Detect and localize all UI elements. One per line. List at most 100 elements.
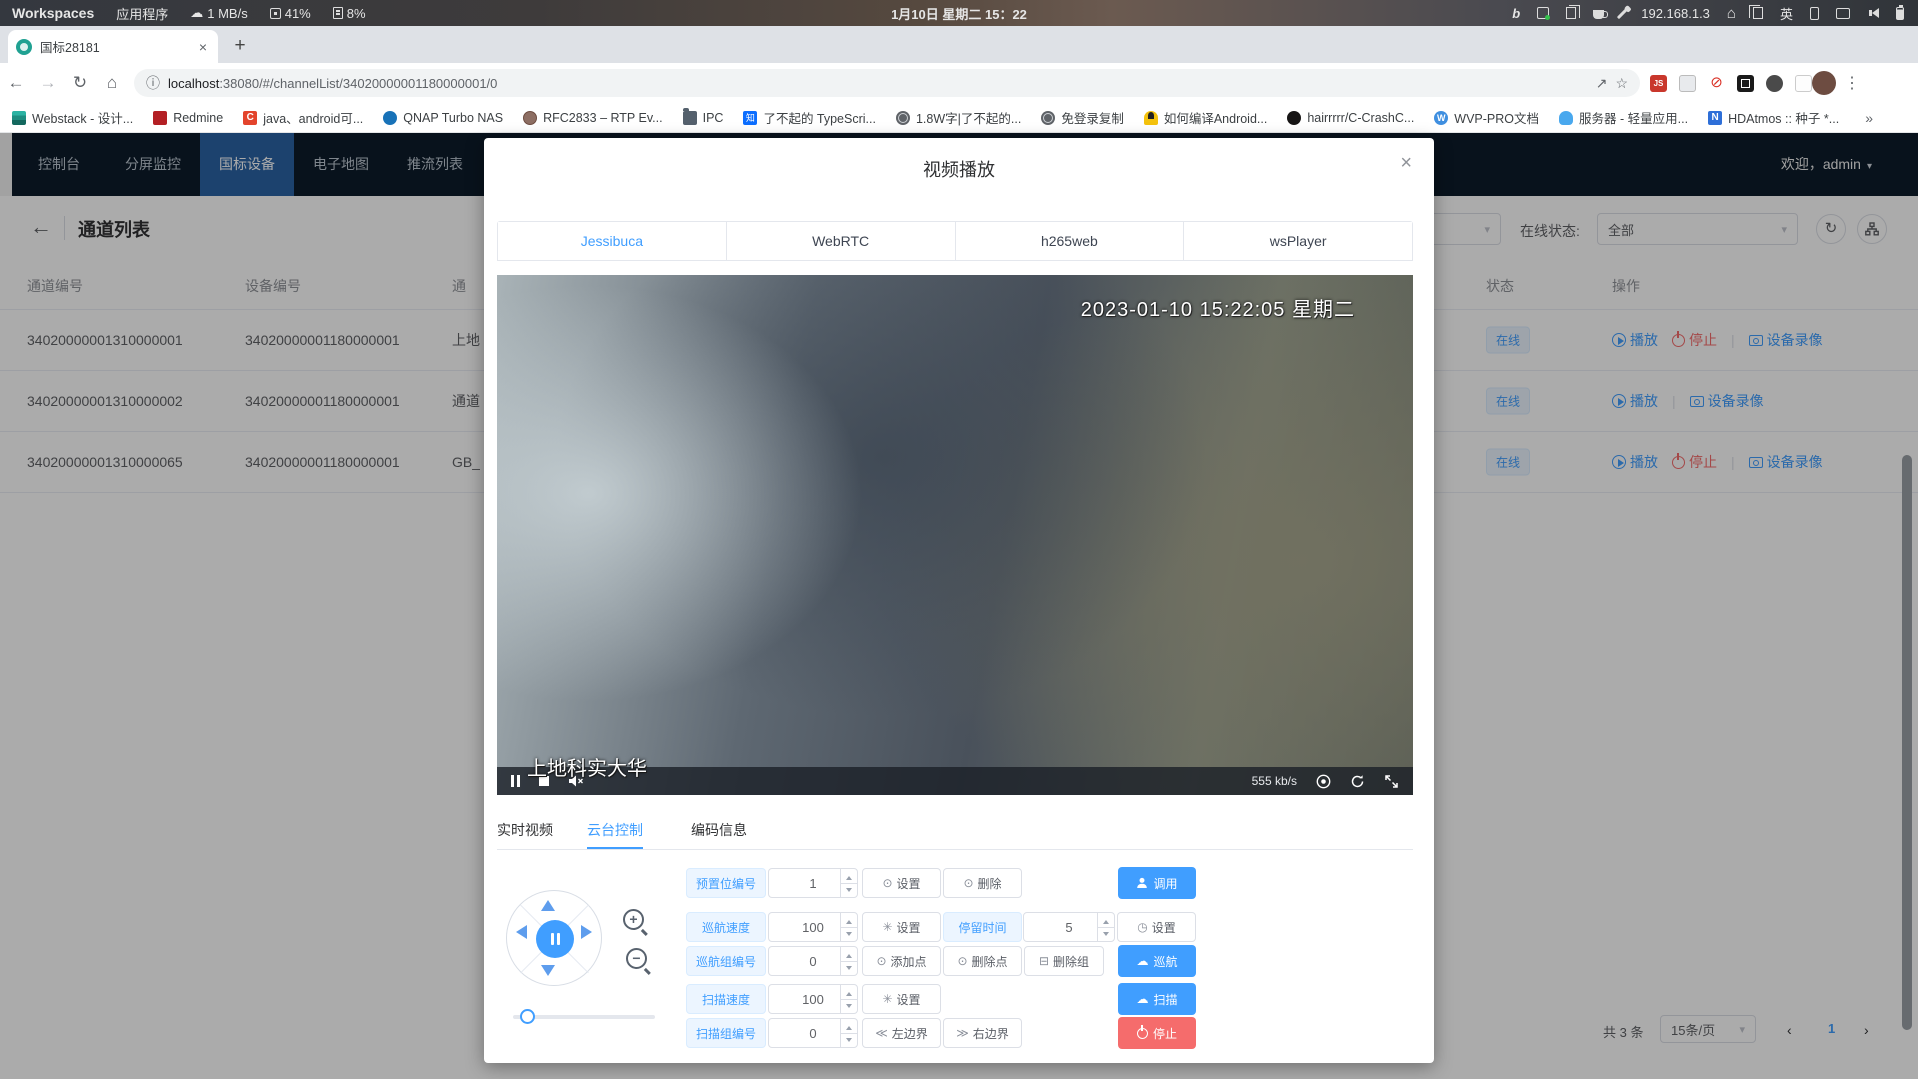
scan-button[interactable]: ☁扫描 [1118, 983, 1196, 1015]
memory-indicator[interactable]: 8% [333, 6, 366, 21]
clipboard-tray-icon[interactable] [1566, 7, 1576, 19]
home-tray-icon[interactable]: ⌂ [1727, 5, 1736, 22]
spinner-down-icon[interactable] [841, 999, 857, 1013]
cpu-indicator[interactable]: 41% [270, 6, 311, 21]
ptz-speed-slider[interactable] [513, 1015, 655, 1019]
number-spinner[interactable] [840, 947, 857, 975]
zoom-in-icon[interactable]: + [623, 909, 644, 930]
right-boundary-button[interactable]: ≫右边界 [943, 1018, 1022, 1048]
new-tab-button[interactable]: + [228, 35, 252, 57]
display-tray-icon[interactable] [1836, 8, 1850, 19]
ptz-direction-pad[interactable] [506, 890, 602, 986]
bookmark-hdatmos[interactable]: NHDAtmos :: 种子 *... [1708, 108, 1839, 127]
tab-wsplayer[interactable]: wsPlayer [1184, 222, 1412, 260]
preset-number-input[interactable]: 1 [768, 868, 858, 898]
adblock-extension-icon[interactable]: ⊘ [1708, 75, 1725, 92]
ptz-up-arrow-icon[interactable] [541, 900, 555, 911]
forward-button[interactable]: → [32, 73, 64, 93]
bookmark-18w[interactable]: 1.8W字|了不起的... [896, 108, 1021, 127]
tab-webrtc[interactable]: WebRTC [727, 222, 956, 260]
bookmark-rfc2833[interactable]: RFC2833 – RTP Ev... [523, 111, 663, 125]
video-player[interactable]: 2023-01-10 15:22:05 星期二 上地科实大华 555 kb/s [497, 275, 1413, 795]
browser-tab[interactable]: 国标28181 × [8, 30, 218, 63]
bookmark-star-icon[interactable]: ☆ [1615, 75, 1628, 92]
preset-call-button[interactable]: 调用 [1118, 867, 1196, 899]
delete-group-button[interactable]: ⊟删除组 [1024, 946, 1104, 976]
bookmark-java[interactable]: Cjava、android可... [243, 108, 363, 127]
delete-point-button[interactable]: ⊙删除点 [943, 946, 1022, 976]
tab-codec-info[interactable]: 编码信息 [691, 817, 747, 849]
bing-tray-icon[interactable]: b [1512, 6, 1520, 21]
refresh-icon[interactable] [1350, 774, 1365, 789]
bookmark-wvp[interactable]: WWVP-PRO文档 [1434, 108, 1539, 127]
ptz-left-arrow-icon[interactable] [516, 925, 527, 939]
bookmark-redmine[interactable]: Redmine [153, 111, 223, 125]
spinner-down-icon[interactable] [1098, 927, 1114, 941]
spinner-up-icon[interactable] [841, 1019, 857, 1033]
number-spinner[interactable] [840, 985, 857, 1013]
app-indicator-icon[interactable] [1537, 7, 1549, 19]
spinner-down-icon[interactable] [841, 961, 857, 975]
stay-time-input[interactable]: 5 [1023, 912, 1115, 942]
address-bar[interactable]: ⓘ localhost:38080/#/channelList/34020000… [134, 69, 1640, 97]
spinner-up-icon[interactable] [841, 869, 857, 883]
number-spinner[interactable] [840, 869, 857, 897]
bookmark-webstack[interactable]: Webstack - 设计... [12, 108, 133, 127]
stop-button[interactable]: 停止 [1118, 1017, 1196, 1049]
share-icon[interactable]: ↗ [1596, 75, 1608, 92]
spinner-up-icon[interactable] [1098, 913, 1114, 927]
cruise-speed-set-button[interactable]: ✳设置 [862, 912, 941, 942]
zoom-out-icon[interactable]: − [626, 948, 647, 969]
add-point-button[interactable]: ⊙添加点 [862, 946, 941, 976]
bookmark-ipc[interactable]: IPC [683, 111, 724, 125]
profile-avatar[interactable] [1812, 71, 1836, 95]
bookmark-typescript[interactable]: 知了不起的 TypeScri... [743, 108, 876, 127]
bookmark-android[interactable]: 如何编译Android... [1144, 108, 1268, 127]
tab-close-icon[interactable]: × [196, 39, 210, 55]
tool-tray-icon[interactable] [1617, 7, 1628, 18]
spinner-up-icon[interactable] [841, 913, 857, 927]
battery-icon[interactable] [1896, 7, 1904, 20]
home-button[interactable]: ⌂ [96, 73, 128, 93]
applications-menu[interactable]: 应用程序 [116, 4, 168, 23]
back-button[interactable]: ← [0, 73, 32, 93]
number-spinner[interactable] [840, 913, 857, 941]
close-icon[interactable]: × [1400, 152, 1412, 175]
bookmark-qnap[interactable]: QNAP Turbo NAS [383, 111, 503, 125]
tab-h265web[interactable]: h265web [956, 222, 1185, 260]
stay-time-set-button[interactable]: ◷设置 [1117, 912, 1196, 942]
scan-speed-input[interactable]: 100 [768, 984, 858, 1014]
input-method-indicator[interactable]: 英 [1780, 4, 1793, 23]
url-text[interactable]: localhost:38080/#/channelList/3402000000… [168, 76, 1588, 91]
bookmark-server[interactable]: 服务器 - 轻量应用... [1559, 108, 1688, 127]
bookmark-copy[interactable]: 免登录复制 [1041, 108, 1124, 127]
workspaces-tray-icon[interactable] [1753, 7, 1763, 19]
volume-tray-icon[interactable] [1867, 8, 1879, 18]
workspaces-button[interactable]: Workspaces [12, 5, 94, 21]
spinner-down-icon[interactable] [841, 1033, 857, 1047]
ip-address[interactable]: 192.168.1.3 [1641, 6, 1710, 21]
caffeine-tray-icon[interactable] [1593, 10, 1604, 19]
spinner-down-icon[interactable] [841, 883, 857, 897]
pause-icon[interactable] [511, 775, 520, 787]
spinner-up-icon[interactable] [841, 985, 857, 999]
extensions-puzzle-icon[interactable] [1766, 75, 1783, 92]
cruise-group-input[interactable]: 0 [768, 946, 858, 976]
fullscreen-icon[interactable] [1384, 774, 1399, 789]
cruise-speed-input[interactable]: 100 [768, 912, 858, 942]
bookmark-github[interactable]: hairrrrr/C-CrashC... [1287, 111, 1414, 125]
preset-set-button[interactable]: ⊙设置 [862, 868, 941, 898]
spinner-up-icon[interactable] [841, 947, 857, 961]
tab-jessibuca[interactable]: Jessibuca [498, 222, 727, 260]
bookmarks-overflow-icon[interactable]: » [1865, 110, 1873, 126]
js-extension-icon[interactable]: JS [1650, 75, 1667, 92]
slider-handle[interactable] [520, 1009, 535, 1024]
preset-delete-button[interactable]: ⊙删除 [943, 868, 1022, 898]
screenshot-extension-icon[interactable] [1737, 75, 1754, 92]
site-info-icon[interactable]: ⓘ [146, 73, 160, 93]
ptz-down-arrow-icon[interactable] [541, 965, 555, 976]
cruise-button[interactable]: ☁巡航 [1118, 945, 1196, 977]
clock[interactable]: 1月10日 星期二 15：22 [891, 4, 1027, 23]
network-speed-indicator[interactable]: ☁ 1 MB/s [190, 5, 247, 21]
mask-extension-icon[interactable] [1679, 75, 1696, 92]
